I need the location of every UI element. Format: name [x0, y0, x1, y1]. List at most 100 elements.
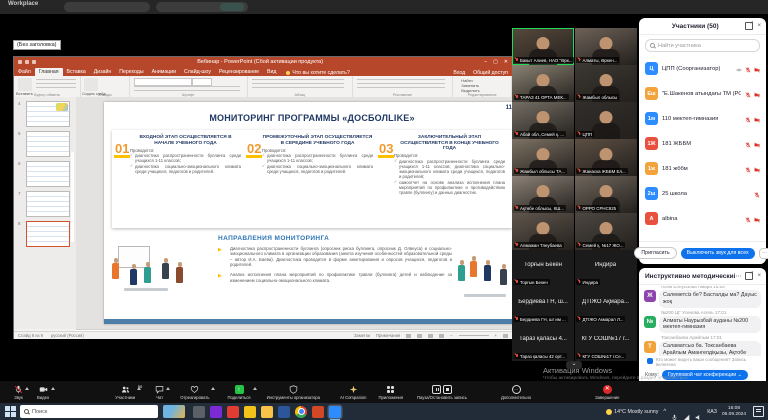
thumbnail-scrollbar[interactable] [71, 152, 74, 242]
apps-button[interactable]: Приложения [379, 385, 404, 400]
participant-row[interactable]: Aalbina [639, 206, 766, 231]
ribbon-tab-рецензирование[interactable]: Рецензирование [215, 68, 263, 76]
chrome-icon[interactable] [295, 406, 307, 418]
paste-button[interactable] [18, 78, 32, 91]
chat-button[interactable]: Чат [155, 385, 164, 400]
chevron-up-icon[interactable] [253, 387, 257, 390]
end-button[interactable]: ✕Завершение [595, 385, 619, 400]
reading-view-icon[interactable] [428, 334, 433, 338]
network-tray-icon[interactable] [683, 408, 690, 415]
slide-thumbnail-6[interactable]: 6 [26, 161, 70, 187]
video-tile[interactable]: Бердиева ГН, ш...Бердиева ГН, шг им ... [512, 287, 574, 324]
font-size-box[interactable] [192, 78, 212, 86]
background-tab[interactable] [64, 2, 150, 12]
slide-thumbnail-5[interactable]: 5 [26, 131, 70, 157]
video-tile[interactable]: Жамбыл облысы [575, 65, 637, 102]
chevron-up-icon[interactable] [211, 387, 215, 390]
keyboard-language[interactable]: КАЗ [707, 409, 717, 415]
video-tile[interactable]: Алмажан Тлеубаева [512, 213, 574, 250]
popout-icon[interactable] [745, 272, 753, 280]
video-tile[interactable]: Жамбыл облысы ТА... [512, 139, 574, 176]
chevron-up-icon[interactable] [166, 387, 170, 390]
taskbar-search-input[interactable]: Поиск [20, 405, 158, 418]
host-tools-button[interactable]: Инструменты организатора [267, 385, 320, 400]
video-tile[interactable]: Бакыт Алиев, НАО "Өрк... [512, 28, 574, 65]
share-button[interactable]: ↑Поделиться [227, 385, 250, 400]
chat-recipient-selector[interactable]: Групповой чат конференции ⌄ [662, 370, 748, 380]
app-icon[interactable] [261, 406, 273, 418]
app-icon[interactable] [278, 406, 290, 418]
weather-widget[interactable]: 14°C Mostly sunny [606, 409, 658, 415]
zoom-slider[interactable] [459, 335, 489, 336]
participants-more-button[interactable]: ⋯ [759, 248, 768, 259]
ai-button[interactable]: AI Companion [340, 385, 367, 400]
video-tile[interactable]: ТАРАЗ 41 ОРТА МЕК... [512, 65, 574, 102]
video-tile[interactable]: Жанаска ЖББМ Ел... [575, 139, 637, 176]
ribbon-tab-анимации[interactable]: Анимации [148, 68, 180, 76]
chevron-up-icon[interactable] [51, 387, 55, 390]
close-icon[interactable]: × [757, 23, 761, 29]
tray-expand-icon[interactable]: ^ [663, 409, 666, 415]
video-tile[interactable]: ЦПП [575, 102, 637, 139]
video-tile[interactable]: ДТІЖО Ақмара...ДТІЖО Акмарал Л... [575, 287, 637, 324]
app-icon[interactable] [227, 406, 239, 418]
ribbon-tab-главная[interactable]: Главная [35, 68, 63, 76]
slide-sorter-icon[interactable] [417, 334, 422, 338]
volume-tray-icon[interactable] [695, 408, 702, 415]
participant-row[interactable]: 1м110 мектеп-гимназия [639, 106, 766, 131]
comments-toggle[interactable]: Примечания [376, 333, 400, 338]
chat-messages[interactable]: Асем Елеусізова Амира 16:59ЖСалеметсіз б… [639, 286, 766, 356]
participant-row[interactable]: Еш"Е.Шакенов атындағы ТМ (РО... [639, 81, 766, 106]
news-widget-thumbnail[interactable] [163, 405, 185, 418]
taskbar-clock[interactable]: 16:08 06.09.2024 [722, 406, 746, 418]
chevron-up-icon[interactable] [137, 387, 141, 390]
background-tab-button[interactable] [220, 3, 244, 11]
ribbon-tab-вид[interactable]: Вид [263, 68, 280, 76]
save-icon[interactable] [18, 60, 22, 64]
close-icon[interactable]: × [757, 273, 761, 279]
more-button[interactable]: ⋯Дополнительно [501, 385, 531, 400]
maximize-button[interactable]: ▢ [493, 59, 498, 65]
normal-view-icon[interactable] [406, 334, 411, 338]
slide-thumbnail-8[interactable]: 8 [26, 221, 70, 247]
zoom-out-button[interactable]: – [450, 333, 452, 338]
video-tile[interactable]: Тараз қаласы 4...Тараз қаласы 42 орт... [512, 324, 574, 361]
start-button[interactable] [3, 405, 17, 419]
app-icon[interactable] [244, 406, 256, 418]
participant-row[interactable]: ЦЦПП (Соорганизатор) [639, 56, 766, 81]
video-tile[interactable]: Абай обл.,Семей қ. ... [512, 102, 574, 139]
gallery-scroll-down-button[interactable]: ⌄ [566, 361, 582, 369]
audio-button[interactable]: Звук [14, 385, 23, 400]
close-button[interactable]: ✕ [504, 59, 508, 65]
ribbon-tab-дизайн[interactable]: Дизайн [90, 68, 115, 76]
new-slide-button[interactable] [84, 78, 98, 91]
record-button[interactable]: Пауза/Остановить запись [417, 385, 467, 400]
participant-row[interactable]: 1ж181 жббм [639, 156, 766, 181]
language-indicator[interactable]: русский (Россия) [51, 333, 84, 338]
ribbon-tab-файл[interactable]: Файл [14, 68, 35, 76]
minimize-button[interactable]: – [484, 59, 487, 65]
participant-row[interactable]: 1Ж181 ЖББМ [639, 131, 766, 156]
ribbon-tab-слайд-шоу[interactable]: Слайд-шоу [180, 68, 215, 76]
slide-thumbnail-panel[interactable]: 4 5 6 7 8 [14, 97, 77, 329]
notification-center-icon[interactable] [753, 406, 764, 417]
video-tile[interactable]: ИндираИндира [575, 250, 637, 287]
app-icon[interactable] [193, 406, 205, 418]
slide-thumbnail-4[interactable]: 4 [26, 101, 70, 127]
chevron-up-icon[interactable] [25, 387, 29, 390]
react-button[interactable]: Отреагировать [180, 385, 209, 400]
font-name-box[interactable] [134, 78, 192, 86]
quick-access-toolbar[interactable] [18, 60, 36, 64]
microphone-tray-icon[interactable] [671, 408, 678, 415]
undo-icon[interactable] [25, 60, 29, 64]
video-tile[interactable]: Алматы, Өркен... [575, 28, 637, 65]
zoom-in-button[interactable]: + [495, 333, 497, 338]
slide-thumbnail-7[interactable]: 7 [26, 191, 70, 217]
participant-search-input[interactable]: Найти участника [645, 39, 760, 52]
powerpoint-icon[interactable] [312, 406, 324, 418]
video-tile[interactable]: ОРРО СРНС925 [575, 176, 637, 213]
fit-slide-icon[interactable] [503, 334, 508, 338]
video-tile[interactable]: Торғын БекенТорғын Бекен [512, 250, 574, 287]
participants-button[interactable]: Участники50 [115, 385, 135, 400]
slideshow-icon[interactable] [439, 334, 444, 338]
